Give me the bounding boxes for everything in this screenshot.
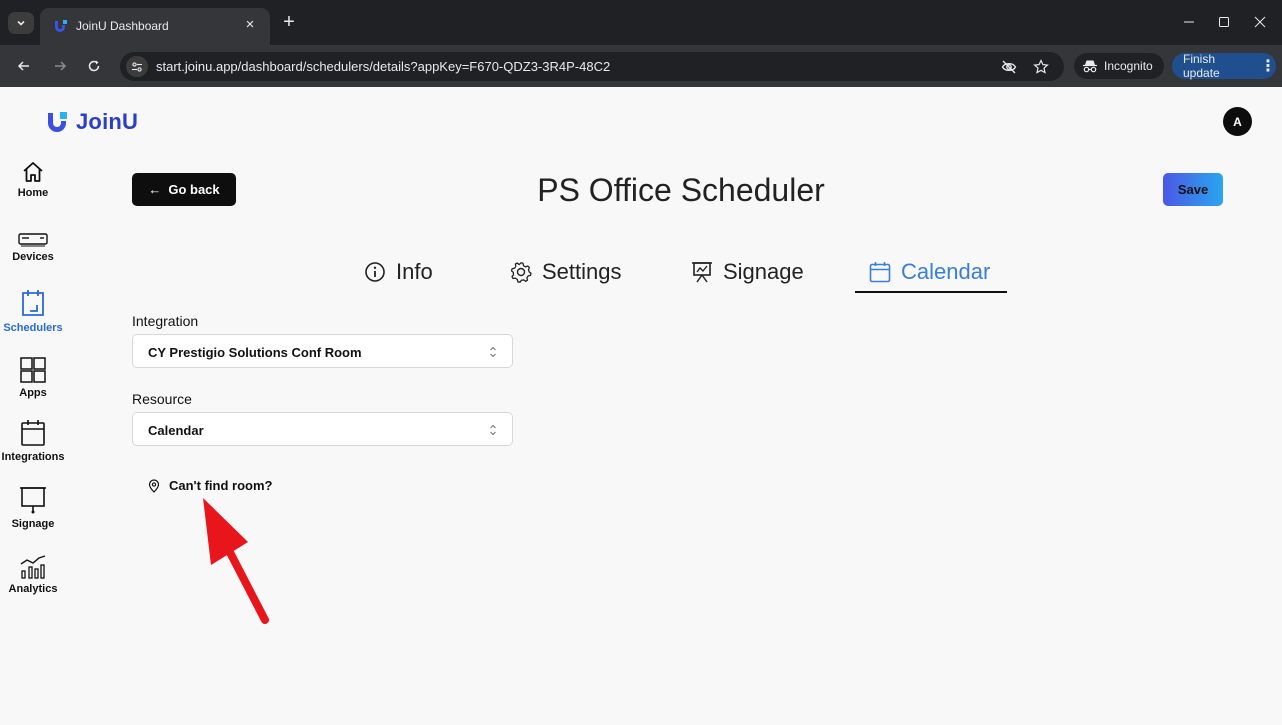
close-tab-icon[interactable]: × [242,16,258,34]
device-icon [18,233,48,247]
incognito-indicator[interactable]: Incognito [1074,53,1164,79]
reload-icon[interactable] [84,56,104,76]
sidebar-label-signage: Signage [11,518,55,530]
close-window-icon[interactable] [1245,8,1275,36]
calendar-icon [21,420,45,446]
url-text: start.joinu.app/dashboard/schedulers/det… [156,59,611,74]
tab-search-button[interactable] [8,12,34,34]
home-icon [23,162,43,182]
tab-info-label: Info [396,259,433,284]
sidebar-label-analytics: Analytics [8,583,58,595]
red-arrow-annotation [203,498,269,624]
signage-board-icon [20,487,46,514]
cant-find-room-label: Can't find room? [169,478,273,493]
site-settings-icon[interactable] [126,56,148,77]
sidebar-item-integrations[interactable]: Integrations [0,418,66,463]
sidebar-item-devices[interactable]: Devices [0,232,66,263]
info-icon [365,262,385,282]
incognito-label: Incognito [1104,59,1153,73]
page-title: PS Office Scheduler [537,172,825,208]
star-bookmark-icon[interactable] [1032,58,1050,76]
cant-find-room-link[interactable]: Can't find room? [148,478,272,493]
tab-calendar-label: Calendar [901,259,991,284]
tab-title: JoinU Dashboard [76,19,169,33]
joinu-favicon-icon [55,20,67,32]
sidebar-label-schedulers: Schedulers [3,322,63,334]
chevron-up-down-icon [490,346,496,358]
sidebar-label-integrations: Integrations [1,451,65,463]
resource-label: Resource [132,391,192,407]
tab-calendar[interactable]: Calendar [869,254,990,290]
tab-settings-label: Settings [542,259,622,284]
integration-label: Integration [132,313,199,329]
chevron-down-icon [17,20,25,26]
address-bar[interactable]: start.joinu.app/dashboard/schedulers/det… [120,52,1064,81]
sidebar-label-apps: Apps [19,387,47,399]
sidebar-item-signage[interactable]: Signage [0,485,66,530]
minimize-icon[interactable] [1174,8,1204,36]
analytics-icon [20,555,46,579]
browser-toolbar: start.joinu.app/dashboard/schedulers/det… [0,45,1282,87]
integration-select[interactable]: CY Prestigio Solutions Conf Room [132,334,513,368]
go-back-label: Go back [168,182,220,197]
presentation-icon [692,262,712,283]
incognito-icon [1083,60,1097,73]
resource-select-value: Calendar [148,423,204,438]
sidebar-item-apps[interactable]: Apps [0,356,66,399]
arrow-left-icon: ← [148,182,162,197]
finish-update-label: Finish update [1183,52,1220,80]
gear-icon [510,262,532,283]
eye-slash-icon[interactable] [1000,58,1018,76]
browser-tab[interactable]: JoinU Dashboard × [40,8,270,45]
logo-text: JoinU [76,109,139,134]
tab-signage[interactable]: Signage [691,254,804,290]
chevron-up-down-icon [490,424,496,436]
more-vertical-icon: ⋮ [1260,58,1276,75]
finish-update-button[interactable]: Finish update ⋮ [1172,52,1276,80]
apps-grid-icon [20,357,46,383]
scheduler-icon [22,290,44,316]
joinu-logo-icon [48,112,67,132]
sidebar-item-home[interactable]: Home [0,160,66,199]
integration-select-value: CY Prestigio Solutions Conf Room [148,345,362,360]
tab-info[interactable]: Info [364,254,433,290]
user-avatar[interactable]: A [1223,107,1252,136]
tab-signage-label: Signage [723,259,804,284]
new-tab-icon[interactable]: + [278,11,300,33]
calendar-icon [869,262,891,283]
sidebar-label-home: Home [17,187,49,199]
sidebar-item-analytics[interactable]: Analytics [0,554,66,595]
sidebar-item-schedulers[interactable]: Schedulers [0,289,66,334]
browser-tab-strip: JoinU Dashboard × + [0,0,1282,45]
active-tab-underline [855,291,1007,293]
location-pin-icon [148,478,160,493]
sidebar-label-devices: Devices [12,251,54,263]
maximize-icon[interactable] [1209,8,1239,36]
forward-arrow-icon[interactable] [50,56,70,76]
save-button[interactable]: Save [1163,173,1223,206]
back-arrow-icon[interactable] [14,56,34,76]
resource-select[interactable]: Calendar [132,412,513,446]
tab-settings[interactable]: Settings [510,254,622,290]
joinu-logo[interactable]: JoinU [46,109,138,135]
go-back-button[interactable]: ← Go back [132,173,236,206]
